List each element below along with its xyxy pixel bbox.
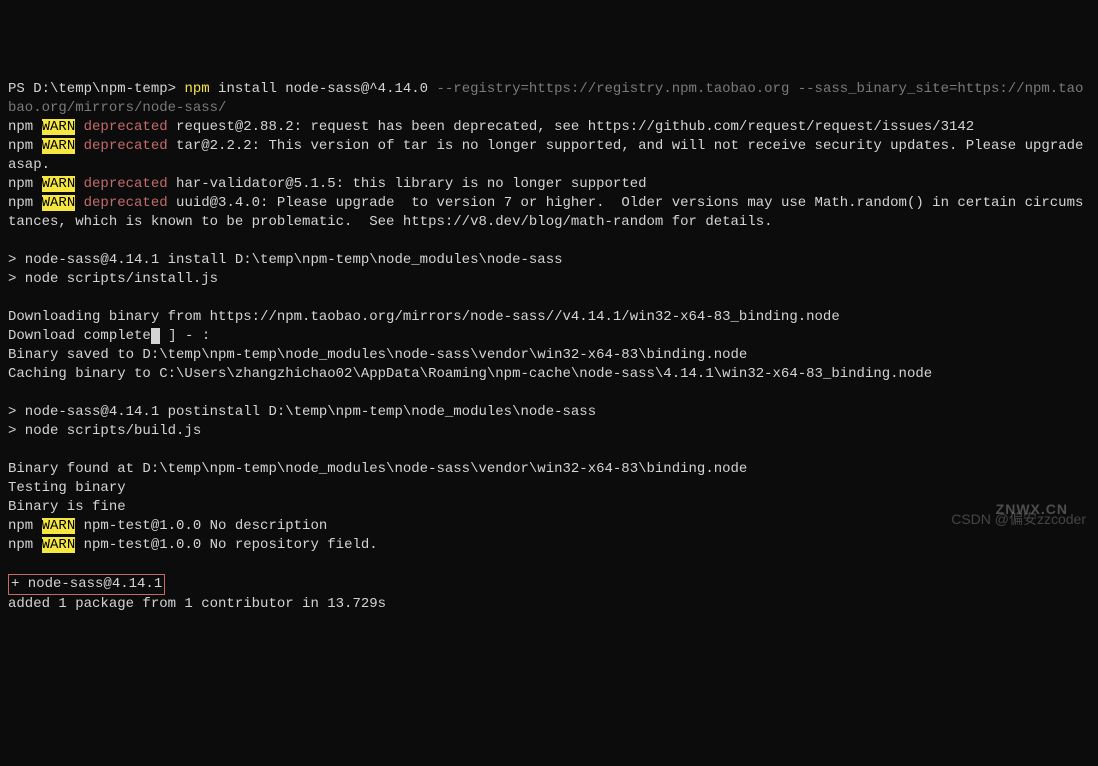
- warn-tag: WARN: [42, 176, 76, 192]
- binary-saved: Binary saved to D:\temp\npm-temp\node_mo…: [8, 346, 1090, 365]
- deprecated-label: deprecated: [84, 176, 168, 192]
- prompt-line: PS D:\temp\npm-temp> npm install node-sa…: [8, 80, 1090, 118]
- warn-message: uuid@3.4.0: Please upgrade to version 7 …: [8, 195, 1083, 230]
- npm-prefix: npm: [8, 119, 42, 135]
- empty-line: [8, 555, 1090, 574]
- warn-tag: WARN: [42, 537, 76, 553]
- watermark-csdn: CSDN @偏安zzcoder: [951, 510, 1086, 529]
- deprecated-label: deprecated: [84, 195, 168, 211]
- download-complete: Download complete ] - :: [8, 327, 1090, 346]
- warn-line: npm WARN deprecated tar@2.2.2: This vers…: [8, 137, 1090, 175]
- result-boxed: + node-sass@4.14.1: [8, 574, 165, 595]
- warn-message: har-validator@5.1.5: this library is no …: [168, 176, 647, 192]
- warn-line: npm WARN deprecated har-validator@5.1.5:…: [8, 175, 1090, 194]
- npm-prefix: npm: [8, 537, 42, 553]
- cursor-block-icon: [151, 328, 160, 344]
- warn-message: request@2.88.2: request has been depreca…: [168, 119, 975, 135]
- npm-prefix: npm: [8, 176, 42, 192]
- warn-message: npm-test@1.0.0 No repository field.: [75, 537, 377, 553]
- cmd-args: install node-sass@^4.14.0: [218, 81, 436, 97]
- warn-line: npm WARN deprecated request@2.88.2: requ…: [8, 118, 1090, 137]
- prompt-text: PS D:\temp\npm-temp>: [8, 81, 184, 97]
- npm-prefix: npm: [8, 518, 42, 534]
- deprecated-label: deprecated: [84, 138, 168, 154]
- install-header: > node-sass@4.14.1 install D:\temp\npm-t…: [8, 232, 1090, 289]
- npm-prefix: npm: [8, 138, 42, 154]
- download-from: Downloading binary from https://npm.taob…: [8, 289, 1090, 327]
- warn-tag: WARN: [42, 195, 76, 211]
- warn-line: npm WARN npm-test@1.0.0 No description: [8, 517, 1090, 536]
- warn-message: tar@2.2.2: This version of tar is no lon…: [8, 138, 1092, 173]
- warn-line: npm WARN deprecated uuid@3.4.0: Please u…: [8, 194, 1090, 232]
- postinstall-header: > node-sass@4.14.1 postinstall D:\temp\n…: [8, 384, 1090, 441]
- cmd-npm: npm: [184, 81, 218, 97]
- warn-tag: WARN: [42, 518, 76, 534]
- terminal-output[interactable]: PS D:\temp\npm-temp> npm install node-sa…: [8, 80, 1090, 614]
- warn-tag: WARN: [42, 138, 76, 154]
- download-complete-suffix: ] - :: [160, 328, 210, 344]
- warn-tag: WARN: [42, 119, 76, 135]
- binary-fine: Binary is fine: [8, 498, 1090, 517]
- result-added: added 1 package from 1 contributor in 13…: [8, 595, 1090, 614]
- binary-cached: Caching binary to C:\Users\zhangzhichao0…: [8, 365, 1090, 384]
- binary-found: Binary found at D:\temp\npm-temp\node_mo…: [8, 441, 1090, 479]
- download-complete-prefix: Download complete: [8, 328, 151, 344]
- warn-message: npm-test@1.0.0 No description: [75, 518, 327, 534]
- npm-prefix: npm: [8, 195, 42, 211]
- binary-testing: Testing binary: [8, 479, 1090, 498]
- deprecated-label: deprecated: [84, 119, 168, 135]
